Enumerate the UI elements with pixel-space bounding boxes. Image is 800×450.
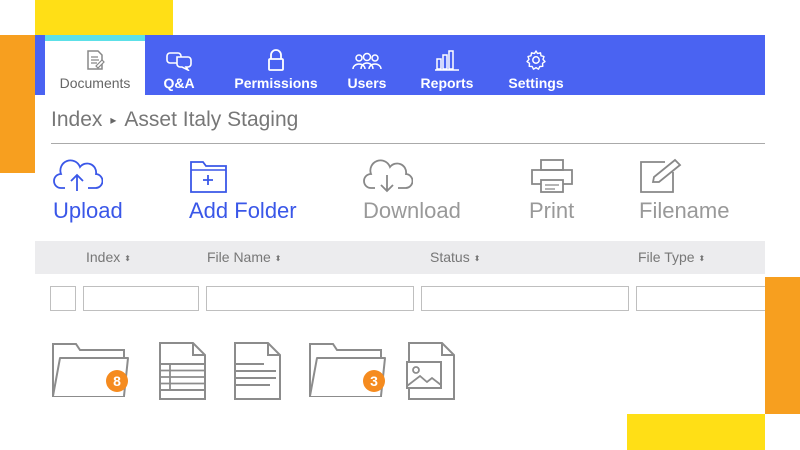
- decorative-orange-block-right: [765, 277, 800, 414]
- decorative-orange-block-left: [0, 35, 35, 173]
- document-icon: [87, 50, 105, 70]
- column-header-index-label: Index: [86, 249, 121, 265]
- tab-qa[interactable]: Q&A: [157, 35, 201, 95]
- breadcrumb-root[interactable]: Index: [51, 108, 102, 132]
- folder-plus-icon: [190, 161, 227, 193]
- table-header: Index ⬍ File Name ⬍ Status ⬍ File Type ⬍: [35, 241, 765, 274]
- main-nav-bar: Documents Q&A Permissions Users Reports …: [35, 35, 765, 95]
- decorative-yellow-block-bottom: [627, 414, 765, 450]
- print-label: Print: [529, 198, 575, 223]
- file-item-text[interactable]: [230, 340, 284, 407]
- download-button[interactable]: Download: [363, 158, 461, 224]
- cloud-download-icon: [363, 159, 413, 193]
- column-header-status[interactable]: Status ⬍: [430, 241, 480, 274]
- item-count-badge: 3: [363, 370, 385, 392]
- add-folder-button[interactable]: Add Folder: [189, 158, 297, 224]
- edit-icon: [640, 158, 682, 193]
- breadcrumb-separator-icon: ▸: [110, 113, 117, 127]
- sort-icon: ⬍: [473, 254, 481, 263]
- download-label: Download: [363, 198, 461, 223]
- tab-permissions-label: Permissions: [234, 75, 318, 91]
- column-header-file-type-label: File Type: [638, 249, 695, 265]
- upload-label: Upload: [53, 198, 123, 223]
- column-header-index[interactable]: Index ⬍: [86, 241, 131, 274]
- tab-reports-label: Reports: [420, 75, 474, 91]
- sort-icon: ⬍: [274, 254, 282, 263]
- gear-icon: [526, 50, 546, 70]
- breadcrumb-current: Asset Italy Staging: [124, 108, 299, 131]
- spreadsheet-file-icon: [159, 342, 206, 400]
- text-file-icon: [234, 342, 281, 400]
- file-item-spreadsheet[interactable]: [155, 340, 209, 407]
- tab-documents[interactable]: Documents: [45, 35, 145, 95]
- breadcrumb-divider: [51, 143, 765, 144]
- column-header-file-name-label: File Name: [207, 249, 271, 265]
- tab-documents-label: Documents: [59, 75, 131, 91]
- tab-permissions[interactable]: Permissions: [223, 35, 329, 95]
- file-item-folder[interactable]: 3: [307, 338, 387, 407]
- sort-icon: ⬍: [124, 254, 131, 263]
- column-header-file-name[interactable]: File Name ⬍: [207, 241, 282, 274]
- users-icon: [352, 52, 382, 70]
- tab-reports[interactable]: Reports: [415, 35, 479, 95]
- rename-button[interactable]: Filename: [639, 158, 729, 224]
- file-item-image[interactable]: [404, 340, 460, 407]
- select-all-checkbox[interactable]: [50, 286, 76, 311]
- bar-chart-icon: [435, 50, 459, 71]
- filename-label: Filename: [639, 198, 730, 223]
- file-item-folder[interactable]: 8: [50, 338, 130, 407]
- column-header-file-type[interactable]: File Type ⬍: [638, 241, 705, 274]
- filter-status-input[interactable]: [421, 286, 629, 311]
- sort-icon: ⬍: [698, 254, 706, 263]
- print-button[interactable]: Print: [529, 158, 575, 224]
- decorative-yellow-block-top: [35, 0, 173, 35]
- tab-settings[interactable]: Settings: [501, 35, 571, 95]
- image-file-icon: [406, 342, 455, 400]
- printer-icon: [531, 159, 573, 193]
- add-folder-label: Add Folder: [189, 198, 297, 223]
- item-count-badge: 8: [106, 370, 128, 392]
- tab-settings-label: Settings: [508, 75, 564, 91]
- filter-file-name-input[interactable]: [206, 286, 414, 311]
- upload-button[interactable]: Upload: [53, 158, 123, 224]
- filter-file-type-input[interactable]: [636, 286, 765, 311]
- breadcrumb: Index ▸ Asset Italy Staging: [51, 108, 298, 132]
- cloud-upload-icon: [53, 159, 103, 191]
- chat-icon: [166, 52, 192, 71]
- lock-icon: [268, 49, 284, 71]
- tab-users[interactable]: Users: [341, 35, 393, 95]
- tab-users-label: Users: [347, 75, 387, 91]
- tab-qa-label: Q&A: [163, 75, 195, 91]
- filter-index-input[interactable]: [83, 286, 199, 311]
- column-header-status-label: Status: [430, 249, 470, 265]
